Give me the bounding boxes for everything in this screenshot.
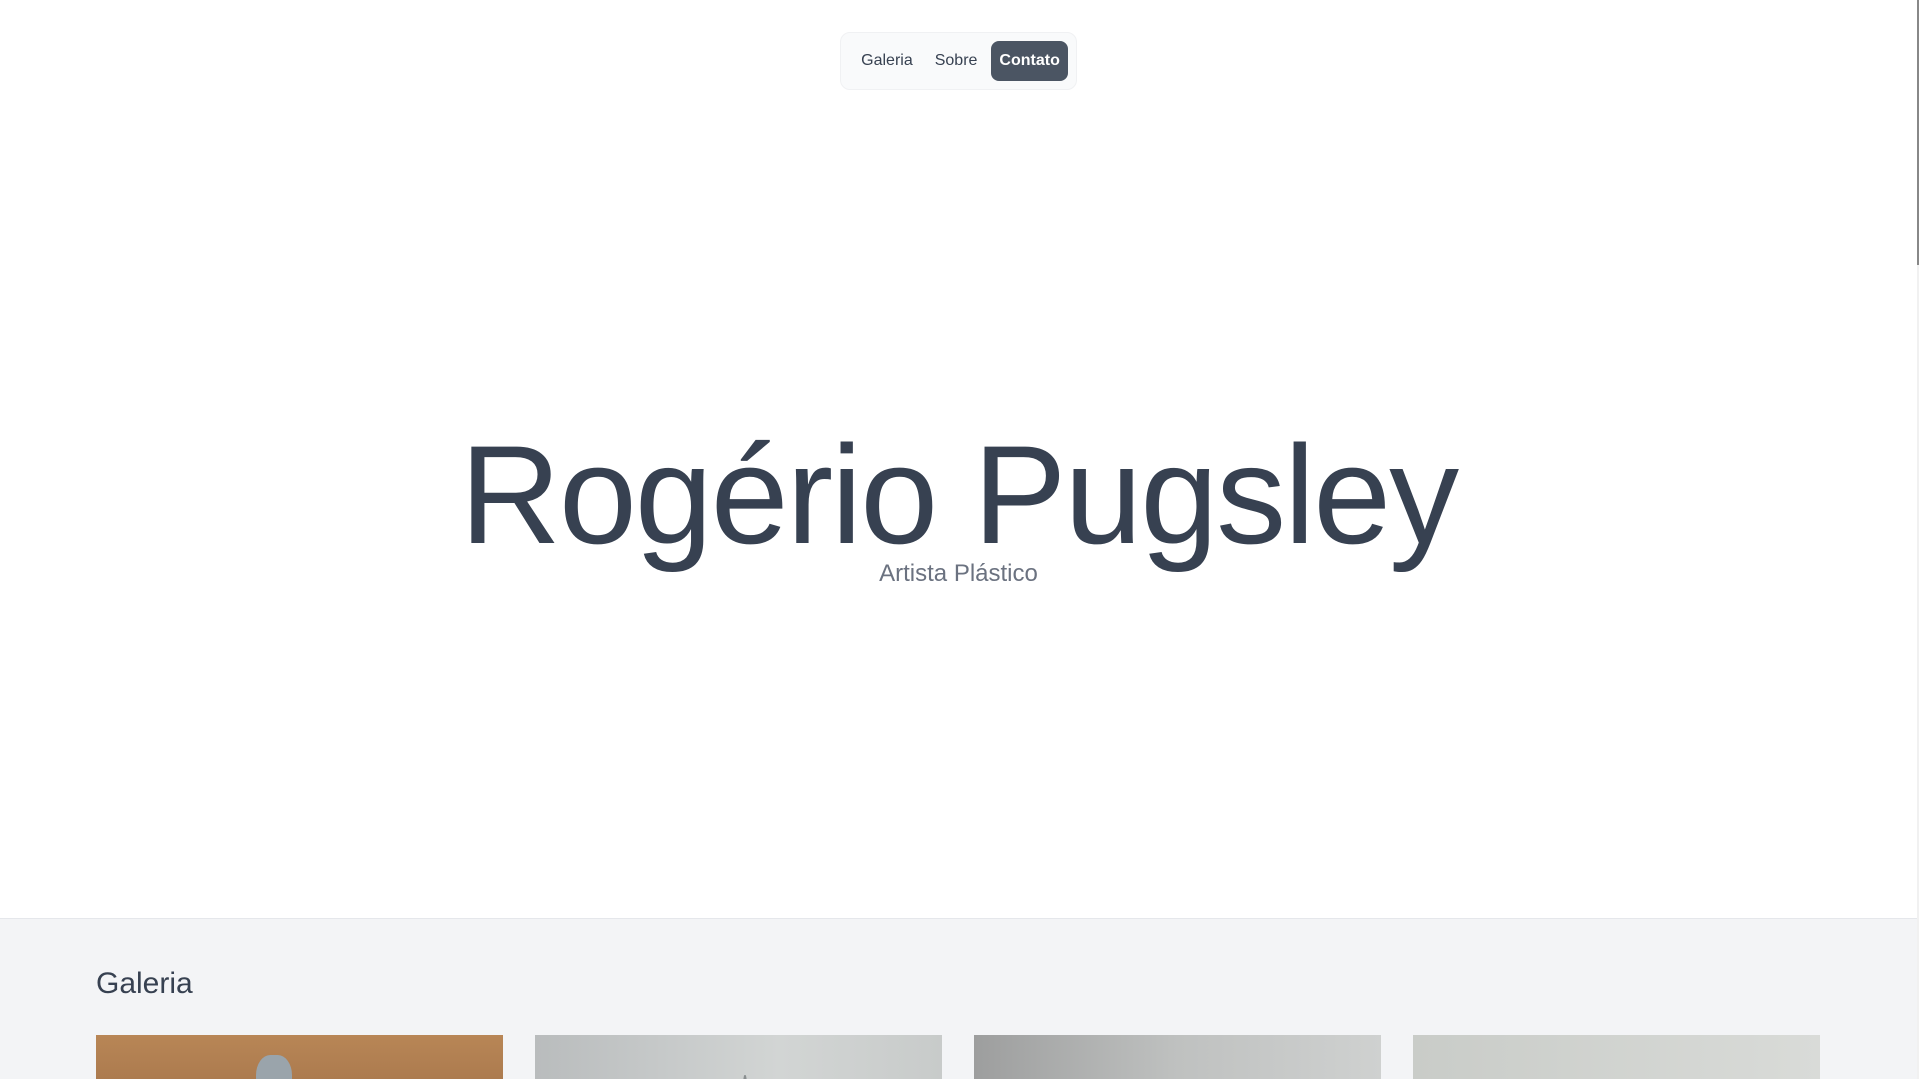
gallery-heading: Galeria	[96, 967, 193, 1000]
nav-link-sobre[interactable]: Sobre	[927, 41, 986, 81]
main-nav: Galeria Sobre Contato	[840, 32, 1077, 90]
hero-title: Rogério Pugsley	[459, 416, 1459, 573]
hero-subtitle: Artista Plástico	[879, 560, 1038, 587]
page: Galeria Sobre Contato Rogério Pugsley Ar…	[0, 0, 1919, 1079]
gallery-image-4[interactable]	[1413, 1035, 1820, 1079]
gallery-section: Galeria	[0, 919, 1917, 1079]
gallery-image-2[interactable]	[535, 1035, 942, 1079]
hero-section: Galeria Sobre Contato Rogério Pugsley Ar…	[0, 0, 1917, 919]
nav-link-galeria[interactable]: Galeria	[853, 41, 921, 81]
nav-wrapper: Galeria Sobre Contato	[0, 32, 1917, 90]
nav-link-contato[interactable]: Contato	[991, 41, 1068, 81]
sculpture-shape	[256, 1055, 292, 1079]
sculpture-shape	[743, 1075, 747, 1079]
gallery-image-3[interactable]	[974, 1035, 1381, 1079]
gallery-image-1[interactable]	[96, 1035, 503, 1079]
